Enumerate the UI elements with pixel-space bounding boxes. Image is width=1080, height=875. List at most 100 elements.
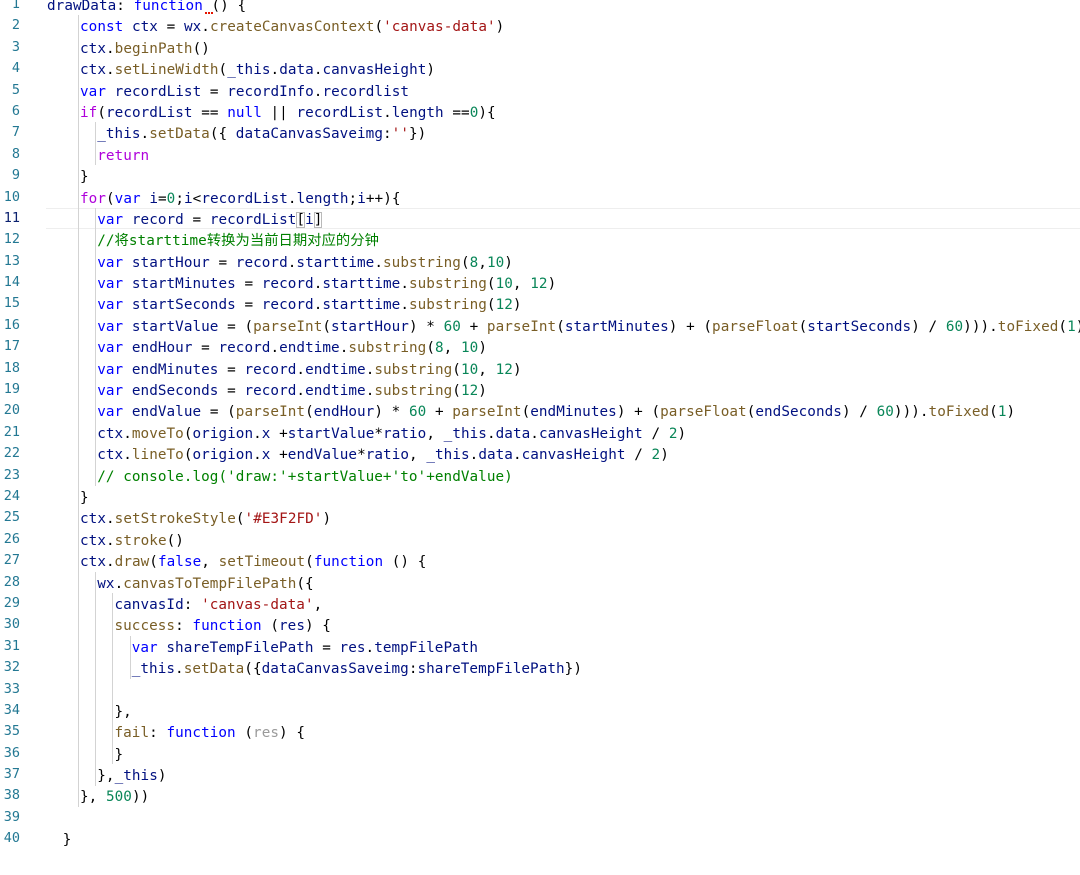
code-token: =: [218, 383, 245, 400]
code-line[interactable]: }: [47, 486, 1080, 507]
code-line[interactable]: var record = recordList[i]: [46, 207, 1080, 230]
code-line[interactable]: var recordList = recordInfo.recordlist: [47, 80, 1080, 101]
code-text: }: [47, 169, 89, 185]
line-number-row[interactable]: 18: [0, 358, 46, 379]
code-token: endtime: [305, 361, 366, 378]
code-line[interactable]: var startHour = record.starttime.substri…: [47, 251, 1080, 272]
line-number-row[interactable]: 21: [0, 422, 46, 443]
code-area[interactable]: drawData: function () {const ctx = wx.cr…: [46, 0, 1080, 875]
line-number-row[interactable]: 36: [0, 743, 46, 764]
code-line[interactable]: // console.log('draw:'+startValue+'to'+e…: [47, 465, 1080, 486]
line-number-row[interactable]: 17: [0, 336, 46, 357]
line-number-row[interactable]: 39: [0, 807, 46, 828]
line-number-row[interactable]: 20: [0, 400, 46, 421]
line-number-row[interactable]: 16: [0, 315, 46, 336]
line-number-row[interactable]: 14: [0, 272, 46, 293]
code-line[interactable]: fail: function (res) {: [47, 721, 1080, 742]
code-line[interactable]: _this.setData({ dataCanvasSaveimg:''}): [47, 122, 1080, 143]
code-line[interactable]: var endHour = record.endtime.substring(8…: [47, 336, 1080, 357]
line-number-row[interactable]: 23: [0, 465, 46, 486]
code-line[interactable]: },_this): [47, 764, 1080, 785]
line-number-row[interactable]: 5: [0, 80, 46, 101]
code-line[interactable]: ctx.stroke(): [47, 529, 1080, 550]
line-number-row[interactable]: 30: [0, 614, 46, 635]
code-text: return: [47, 148, 149, 164]
code-line[interactable]: var startMinutes = record.starttime.subs…: [47, 272, 1080, 293]
code-line[interactable]: [47, 807, 1080, 828]
code-token: startSeconds: [807, 318, 912, 335]
line-number-row[interactable]: 35: [0, 721, 46, 742]
code-token: (: [305, 404, 314, 421]
code-line[interactable]: }: [47, 743, 1080, 764]
line-number: 19: [3, 381, 20, 398]
code-line[interactable]: return: [47, 144, 1080, 165]
code-token: record: [235, 254, 288, 271]
code-line[interactable]: [47, 679, 1080, 700]
line-number-row[interactable]: 2: [0, 15, 46, 36]
code-line[interactable]: _this.setData({dataCanvasSaveimg:shareTe…: [47, 657, 1080, 678]
code-line[interactable]: ctx.setStrokeStyle('#E3F2FD'): [47, 507, 1080, 528]
line-number: 7: [11, 124, 20, 141]
code-line[interactable]: for(var i=0;i<recordList.length;i++){: [47, 187, 1080, 208]
code-line[interactable]: //将starttime转换为当前日期对应的分钟: [47, 229, 1080, 250]
line-number-row[interactable]: 8: [0, 144, 46, 165]
code-line[interactable]: var shareTempFilePath = res.tempFilePath: [47, 636, 1080, 657]
line-number-row[interactable]: 22: [0, 443, 46, 464]
code-line[interactable]: }: [47, 165, 1080, 186]
code-line[interactable]: var startSeconds = record.starttime.subs…: [47, 293, 1080, 314]
code-line[interactable]: canvasId: 'canvas-data',: [47, 593, 1080, 614]
line-number-row[interactable]: 33: [0, 679, 46, 700]
code-editor[interactable]: 1 2 3 4 5 6 7 8 9 10 11 12 13 14 15 16 17 18 19 20 21 22 23 24 2…: [0, 0, 1080, 875]
line-number-row[interactable]: 37: [0, 764, 46, 785]
code-line[interactable]: ctx.draw(false, setTimeout(function () {: [47, 550, 1080, 571]
code-token: ): [1076, 319, 1080, 335]
code-line[interactable]: ctx.moveTo(origion.x +startValue*ratio, …: [47, 422, 1080, 443]
code-line[interactable]: if(recordList == null || recordList.leng…: [47, 101, 1080, 122]
code-line[interactable]: },: [47, 700, 1080, 721]
code-line[interactable]: success: function (res) {: [47, 614, 1080, 635]
code-token: starttime: [296, 254, 375, 271]
line-number-row[interactable]: 28: [0, 572, 46, 593]
line-number-row[interactable]: 34: [0, 700, 46, 721]
line-number-row[interactable]: 40: [0, 828, 46, 849]
code-line[interactable]: drawData: function () {: [47, 0, 1080, 15]
line-number-row[interactable]: 10: [0, 187, 46, 208]
code-line[interactable]: }: [47, 828, 1080, 849]
code-line[interactable]: var endSeconds = record.endtime.substrin…: [47, 379, 1080, 400]
code-token: ==: [443, 104, 470, 121]
code-line[interactable]: var endValue = (parseInt(endHour) * 60 +…: [47, 400, 1080, 421]
line-number-row[interactable]: 24: [0, 486, 46, 507]
line-number-row[interactable]: 13: [0, 251, 46, 272]
code-line[interactable]: }, 500)): [47, 785, 1080, 806]
code-line[interactable]: ctx.beginPath(): [47, 37, 1080, 58]
line-number-row[interactable]: 15: [0, 293, 46, 314]
line-number-row[interactable]: 27: [0, 550, 46, 571]
line-number-row[interactable]: 38: [0, 785, 46, 806]
line-number-gutter[interactable]: 1 2 3 4 5 6 7 8 9 10 11 12 13 14 15 16 17 18 19 20 21 22 23 24 2…: [0, 0, 46, 875]
line-number-row[interactable]: 29: [0, 593, 46, 614]
line-number-row[interactable]: 19: [0, 379, 46, 400]
line-number-row[interactable]: 3: [0, 37, 46, 58]
line-number-row[interactable]: 12: [0, 229, 46, 250]
line-number-row[interactable]: 4: [0, 58, 46, 79]
code-line[interactable]: var startValue = (parseInt(startHour) * …: [47, 315, 1080, 336]
code-line[interactable]: var endMinutes = record.endtime.substrin…: [47, 358, 1080, 379]
code-line[interactable]: const ctx = wx.createCanvasContext('canv…: [47, 15, 1080, 36]
line-number-row[interactable]: 32: [0, 657, 46, 678]
code-token: :: [183, 596, 202, 613]
line-number-row[interactable]: 1: [0, 0, 46, 15]
line-number-row[interactable]: 26: [0, 529, 46, 550]
code-token: endSeconds: [131, 383, 219, 400]
line-number-row[interactable]: 9: [0, 165, 46, 186]
code-text: var endMinutes = record.endtime.substrin…: [47, 362, 522, 378]
line-number-row[interactable]: 6: [0, 101, 46, 122]
code-token: .: [175, 661, 184, 678]
code-token: ): [1006, 404, 1016, 421]
line-number-row[interactable]: 11: [0, 208, 46, 229]
line-number-row[interactable]: 7: [0, 122, 46, 143]
code-line[interactable]: ctx.setLineWidth(_this.data.canvasHeight…: [47, 58, 1080, 79]
line-number-row[interactable]: 25: [0, 507, 46, 528]
line-number-row[interactable]: 31: [0, 636, 46, 657]
code-line[interactable]: wx.canvasToTempFilePath({: [47, 572, 1080, 593]
code-line[interactable]: ctx.lineTo(origion.x +endValue*ratio, _t…: [47, 443, 1080, 464]
